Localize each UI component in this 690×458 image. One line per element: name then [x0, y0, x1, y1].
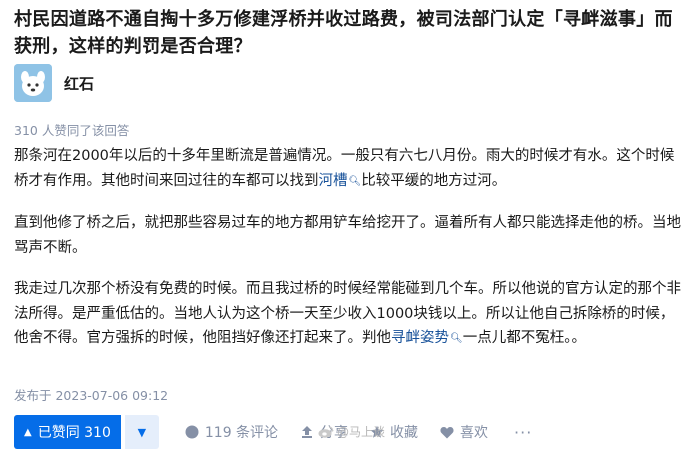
share-icon — [302, 426, 313, 438]
heart-icon — [440, 426, 454, 438]
keyword-link[interactable]: 寻衅姿势🔍︎ — [391, 330, 463, 346]
comment-icon — [185, 425, 199, 439]
keyword-link-text: 寻衅姿势 — [391, 330, 449, 346]
search-icon: 🔍︎ — [450, 333, 463, 344]
vote-summary: 310 人赞同了该回答 — [14, 123, 130, 138]
publish-time: 发布于 2023-07-06 09:12 — [14, 388, 169, 403]
more-options-button[interactable]: ··· — [514, 423, 532, 442]
paragraph-text: 直到他修了桥之后，就把那些容易过车的地方都用铲车给挖开了。逼着所有人都只能选择走… — [14, 215, 681, 256]
agree-label: 已赞同 310 — [37, 425, 111, 441]
comments-label: 119 条评论 — [204, 425, 279, 441]
weibo-logo-icon — [318, 425, 334, 438]
like-button[interactable]: 喜欢 — [440, 422, 488, 442]
question-title[interactable]: 村民因道路不通自掏十多万修建浮桥并收过路费，被司法部门认定「寻衅滋事」而获刑，这… — [14, 6, 682, 60]
triangle-up-icon: ▲ — [24, 426, 32, 438]
triangle-down-icon: ▼ — [137, 425, 147, 439]
watermark: @马上谈 — [318, 423, 385, 440]
answer-paragraph: 直到他修了桥之后，就把那些容易过车的地方都用铲车给挖开了。逼着所有人都只能选择走… — [14, 211, 682, 260]
disagree-button[interactable]: ▼ — [124, 415, 159, 449]
paragraph-text: 一点儿都不冤枉。。 — [462, 330, 586, 346]
favorite-label: 收藏 — [390, 425, 419, 441]
search-icon: 🔍︎ — [348, 175, 362, 187]
answer-paragraph: 那条河在2000年以后的十多年里断流是普遍情况。一般只有六七八月份。雨大的时候才… — [14, 144, 682, 194]
agree-button[interactable]: ▲ 已赞同 310 — [14, 415, 121, 449]
avatar[interactable] — [14, 64, 52, 102]
answer-body: 那条河在2000年以后的十多年里断流是普遍情况。一般只有六七八月份。雨大的时候才… — [14, 144, 682, 369]
comments-button[interactable]: 119 条评论 — [185, 422, 278, 442]
keyword-link-text: 河槽 — [318, 172, 348, 189]
author-name[interactable]: 红石 — [64, 73, 94, 94]
avatar-dog-icon — [14, 64, 52, 102]
keyword-link[interactable]: 河槽🔍︎ — [319, 173, 362, 189]
like-label: 喜欢 — [460, 425, 489, 441]
author-row: 红石 — [14, 64, 94, 102]
paragraph-text: 比较平缓的地方过河。 — [361, 172, 507, 189]
watermark-text: @马上谈 — [337, 425, 386, 439]
answer-paragraph: 我走过几次那个桥没有免费的时候。而且我过桥的时候经常能碰到几个车。所以他说的官方… — [14, 277, 682, 352]
